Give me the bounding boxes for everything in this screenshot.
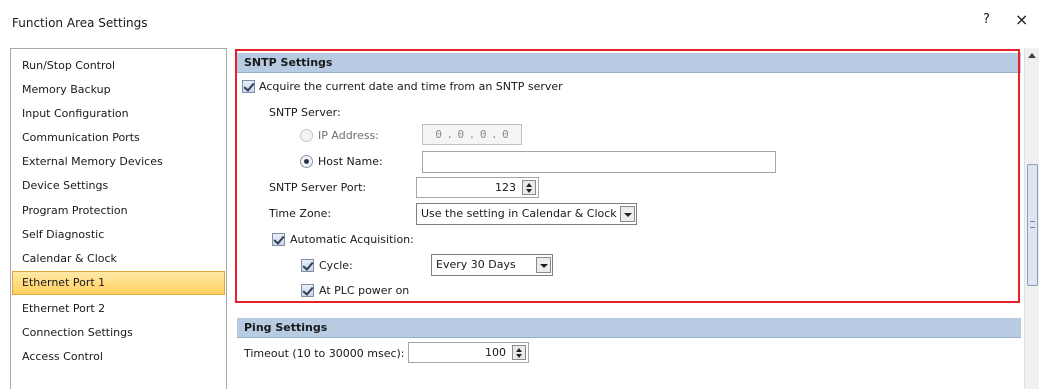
- nav-item-self-diagnostic[interactable]: Self Diagnostic: [12, 223, 225, 247]
- host-name-label: Host Name:: [318, 155, 383, 168]
- nav-item-calendar-clock[interactable]: Calendar & Clock: [12, 247, 225, 271]
- ip-address-radio[interactable]: [300, 129, 313, 142]
- ip-octet: 0: [479, 128, 487, 141]
- nav-item-device-settings[interactable]: Device Settings: [12, 174, 225, 198]
- nav-item-access-control[interactable]: Access Control: [12, 345, 225, 369]
- increment-arrow-icon[interactable]: [526, 183, 532, 187]
- ip-separator: .: [490, 128, 498, 141]
- dropdown-arrow-icon[interactable]: [620, 206, 635, 222]
- time-zone-select[interactable]: Use the setting in Calendar & Clock: [416, 203, 637, 225]
- nav-item-communication-ports[interactable]: Communication Ports: [12, 126, 225, 150]
- ip-separator: .: [446, 128, 454, 141]
- timeout-label: Timeout (10 to 30000 msec):: [244, 347, 405, 360]
- automatic-acquisition-label: Automatic Acquisition:: [290, 233, 414, 246]
- automatic-acquisition-checkbox[interactable]: [272, 233, 285, 246]
- host-name-input[interactable]: [422, 151, 776, 173]
- sntp-server-port-value: 123: [495, 181, 516, 194]
- window-title: Function Area Settings: [12, 16, 148, 30]
- nav-item-program-protection[interactable]: Program Protection: [12, 199, 225, 223]
- spin-arrows-icon[interactable]: [522, 180, 536, 195]
- host-name-radio[interactable]: [300, 155, 313, 168]
- nav-item-external-memory-devices[interactable]: External Memory Devices: [12, 150, 225, 174]
- sntp-server-port-stepper[interactable]: 123: [416, 177, 539, 198]
- time-zone-label: Time Zone:: [269, 207, 332, 220]
- dropdown-arrow-icon[interactable]: [536, 257, 551, 273]
- decrement-arrow-icon[interactable]: [516, 354, 522, 358]
- plc-power-on-label: At PLC power on: [319, 284, 410, 297]
- sntp-settings-header: SNTP Settings: [237, 53, 1021, 73]
- plc-power-on-checkbox[interactable]: [301, 284, 314, 297]
- ip-octet: 0: [435, 128, 442, 141]
- scroll-up-arrow-icon[interactable]: [1028, 53, 1036, 58]
- time-zone-value: Use the setting in Calendar & Clock: [421, 207, 617, 220]
- acquire-sntp-label: Acquire the current date and time from a…: [259, 80, 563, 93]
- ip-address-input[interactable]: 0 . 0 . 0 . 0: [422, 124, 522, 145]
- ip-address-label: IP Address:: [318, 129, 379, 142]
- settings-nav: Run/Stop Control Memory Backup Input Con…: [10, 48, 227, 389]
- ping-settings-header: Ping Settings: [237, 318, 1021, 338]
- nav-item-run-stop-control[interactable]: Run/Stop Control: [12, 54, 225, 78]
- decrement-arrow-icon[interactable]: [526, 189, 532, 193]
- nav-item-ethernet-port-2[interactable]: Ethernet Port 2: [12, 297, 225, 321]
- timeout-stepper[interactable]: 100: [408, 342, 529, 363]
- help-button[interactable]: ?: [983, 12, 990, 27]
- cycle-select[interactable]: Every 30 Days: [431, 254, 553, 276]
- title-bar: Function Area Settings ? ×: [0, 0, 1039, 46]
- cycle-checkbox[interactable]: [301, 259, 314, 272]
- timeout-value: 100: [485, 346, 506, 359]
- nav-item-connection-settings[interactable]: Connection Settings: [12, 321, 225, 345]
- nav-item-memory-backup[interactable]: Memory Backup: [12, 78, 225, 102]
- ip-separator: .: [468, 128, 476, 141]
- acquire-sntp-checkbox[interactable]: [242, 80, 255, 93]
- nav-item-ethernet-port-1[interactable]: Ethernet Port 1: [12, 271, 225, 295]
- cycle-value: Every 30 Days: [436, 258, 516, 271]
- cycle-label: Cycle:: [319, 259, 353, 272]
- spin-arrows-icon[interactable]: [512, 345, 526, 360]
- nav-item-input-configuration[interactable]: Input Configuration: [12, 102, 225, 126]
- increment-arrow-icon[interactable]: [516, 348, 522, 352]
- vertical-scrollbar[interactable]: [1024, 48, 1039, 389]
- sntp-server-port-label: SNTP Server Port:: [269, 181, 367, 194]
- ip-octet: 0: [502, 128, 509, 141]
- ip-octet: 0: [457, 128, 465, 141]
- scrollbar-thumb[interactable]: [1027, 164, 1038, 286]
- sntp-server-label: SNTP Server:: [269, 106, 341, 119]
- close-button[interactable]: ×: [1015, 10, 1028, 29]
